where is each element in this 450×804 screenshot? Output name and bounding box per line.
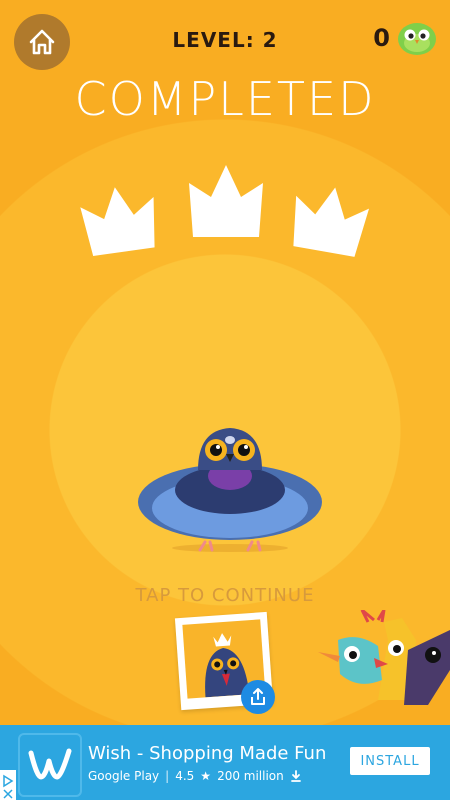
ad-downloads: 200 million	[217, 769, 284, 783]
ad-title: Wish - Shopping Made Fun	[88, 743, 327, 764]
google-play-label: Google Play	[88, 769, 160, 783]
wish-logo-icon	[28, 748, 72, 780]
coin-count: 0	[373, 24, 390, 52]
completed-title: COMPLETED	[74, 72, 376, 126]
download-icon	[290, 770, 301, 782]
ad-rating: 4.5	[175, 769, 195, 783]
game-screen[interactable]: LEVEL: 2 0 COMPLETED TAP TO CONTINUE	[0, 0, 450, 725]
green-bird-coin-icon	[398, 23, 436, 55]
crown-1-icon	[80, 187, 155, 256]
separator: |	[165, 769, 170, 783]
install-button[interactable]: INSTALL	[350, 747, 430, 775]
star-icon: ★	[200, 769, 212, 783]
pigeon-character	[138, 428, 322, 552]
crown-2-icon	[189, 165, 263, 237]
crown-3-icon	[293, 187, 370, 257]
wish-logo	[18, 733, 82, 797]
share-icon	[251, 688, 265, 705]
adchoices-icon[interactable]	[0, 770, 16, 800]
ad-banner[interactable]: Wish - Shopping Made Fun Google Play | 4…	[0, 725, 450, 800]
ad-meta: Google Play | 4.5 ★ 200 million	[88, 769, 302, 783]
share-button[interactable]	[241, 680, 275, 714]
tap-to-continue[interactable]: TAP TO CONTINUE	[0, 585, 450, 606]
bird-characters	[318, 610, 450, 705]
